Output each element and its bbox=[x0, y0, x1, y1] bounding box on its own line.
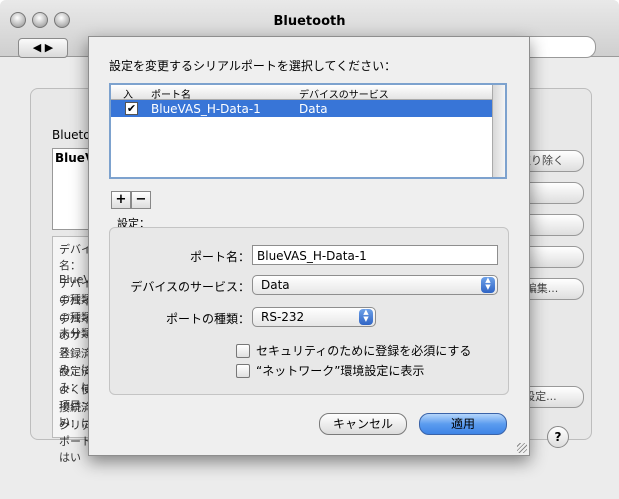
remove-port-button[interactable]: − bbox=[131, 191, 151, 209]
cancel-button[interactable]: キャンセル bbox=[319, 413, 407, 435]
serial-port-sheet: 設定を変更するシリアルポートを選択してください： 入 ポート名 デバイスのサービ… bbox=[88, 36, 530, 456]
port-type-popup[interactable]: RS-232 ▲ ▼ bbox=[252, 307, 376, 327]
device-service-value: Data bbox=[261, 278, 290, 292]
port-type-label: ポートの種類： bbox=[165, 312, 250, 326]
popup-arrows-icon: ▲ ▼ bbox=[481, 277, 495, 293]
device-service-label: デバイスのサービス： bbox=[130, 280, 250, 294]
port-name-cell: BlueVAS_H-Data-1 bbox=[151, 102, 261, 116]
panel-title: Blueto bbox=[52, 128, 91, 142]
back-forward-button[interactable]: ◀ ▶ bbox=[18, 38, 68, 58]
preferences-window: Bluetooth ◀ ▶ Blueto BlueV デバイス名：BlueVAS… bbox=[0, 0, 619, 499]
port-name-label: ポート名： bbox=[189, 250, 250, 264]
add-port-button[interactable]: + bbox=[111, 191, 131, 209]
help-button[interactable]: ? bbox=[547, 426, 569, 448]
table-scrollbar[interactable] bbox=[492, 85, 505, 177]
popup-arrows-icon: ▲ ▼ bbox=[359, 309, 373, 325]
port-type-value: RS-232 bbox=[261, 310, 305, 324]
apply-button[interactable]: 適用 bbox=[419, 413, 507, 435]
network-pref-checkbox[interactable] bbox=[236, 364, 250, 378]
serial-port-table[interactable]: 入 ポート名 デバイスのサービス ✔ BlueVAS_H-Data-1 Data bbox=[109, 83, 507, 179]
device-service-popup[interactable]: Data ▲ ▼ bbox=[252, 275, 498, 295]
enabled-checkbox[interactable]: ✔ bbox=[125, 102, 138, 115]
port-name-field[interactable]: BlueVAS_H-Data-1 bbox=[252, 245, 498, 265]
column-header-port-name[interactable]: ポート名 bbox=[151, 86, 191, 101]
service-cell: Data bbox=[299, 102, 328, 116]
window-title: Bluetooth bbox=[273, 14, 346, 29]
network-pref-label: “ネットワーク”環境設定に表示 bbox=[256, 364, 425, 378]
require-pairing-checkbox[interactable] bbox=[236, 344, 250, 358]
resize-grip-icon[interactable] bbox=[517, 443, 527, 453]
column-header-service[interactable]: デバイスのサービス bbox=[299, 86, 389, 101]
settings-group: ポート名： BlueVAS_H-Data-1 デバイスのサービス： Data ▲… bbox=[109, 227, 509, 395]
sheet-prompt: 設定を変更するシリアルポートを選択してください： bbox=[109, 59, 397, 73]
column-header-enabled[interactable]: 入 bbox=[123, 86, 133, 101]
table-row[interactable]: ✔ BlueVAS_H-Data-1 Data bbox=[111, 100, 495, 117]
require-pairing-label: セキュリティのために登録を必須にする bbox=[256, 344, 472, 358]
table-header: 入 ポート名 デバイスのサービス bbox=[111, 85, 495, 101]
